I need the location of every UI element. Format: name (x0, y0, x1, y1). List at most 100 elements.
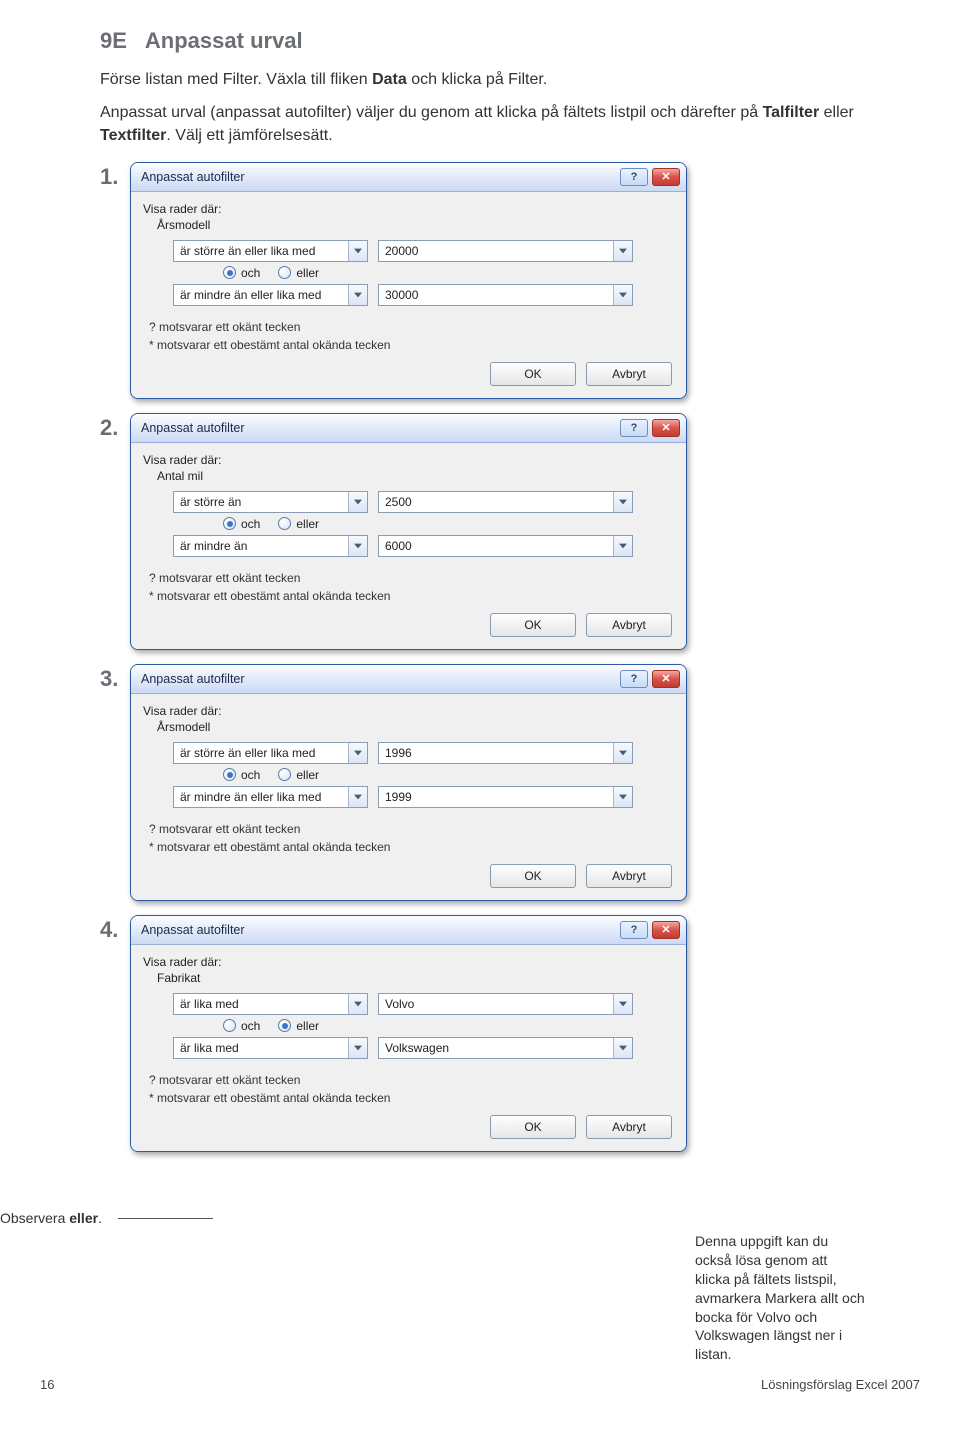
criteria-row-1: är större än 2500 (173, 491, 674, 513)
operator-2-combo[interactable]: är lika med (173, 1037, 368, 1059)
value-2-combo[interactable]: 30000 (378, 284, 633, 306)
chevron-down-icon[interactable] (348, 743, 367, 763)
chevron-down-icon[interactable] (348, 994, 367, 1014)
operator-1-value: är större än eller lika med (174, 244, 348, 258)
item-number: 1. (100, 164, 130, 190)
value-1-combo[interactable]: 1996 (378, 742, 633, 764)
ok-button[interactable]: OK (490, 613, 576, 637)
chevron-down-icon[interactable] (348, 1038, 367, 1058)
show-rows-label: Visa rader där: (143, 453, 674, 467)
cancel-button[interactable]: Avbryt (586, 362, 672, 386)
logic-radio-group: och eller (223, 768, 674, 782)
close-button[interactable]: ✕ (652, 921, 680, 939)
radio-och[interactable]: och (223, 517, 260, 531)
chevron-down-icon[interactable] (613, 536, 632, 556)
hint-question-mark: ? motsvarar ett okänt tecken (149, 1071, 674, 1089)
radio-eller-label: eller (296, 768, 319, 782)
criteria-row-1: är större än eller lika med 1996 (173, 742, 674, 764)
value-2: 30000 (379, 288, 613, 302)
logic-radio-group: och eller (223, 1019, 674, 1033)
show-rows-label: Visa rader där: (143, 955, 674, 969)
field-name-label: Årsmodell (157, 218, 674, 232)
help-button[interactable]: ? (620, 419, 648, 437)
radio-icon (223, 768, 236, 781)
ok-button[interactable]: OK (490, 864, 576, 888)
close-button[interactable]: ✕ (652, 168, 680, 186)
help-icon: ? (631, 171, 638, 183)
operator-1-combo[interactable]: är större än eller lika med (173, 240, 368, 262)
chevron-down-icon[interactable] (613, 743, 632, 763)
show-rows-label: Visa rader där: (143, 704, 674, 718)
value-2-combo[interactable]: Volkswagen (378, 1037, 633, 1059)
chevron-down-icon[interactable] (348, 536, 367, 556)
criteria-row-2: är mindre än eller lika med 1999 (173, 786, 674, 808)
operator-2-value: är mindre än (174, 539, 348, 553)
hint-question-mark: ? motsvarar ett okänt tecken (149, 820, 674, 838)
cancel-button[interactable]: Avbryt (586, 613, 672, 637)
value-2-combo[interactable]: 1999 (378, 786, 633, 808)
hint-asterisk: * motsvarar ett obestämt antal okända te… (149, 587, 674, 605)
operator-2-combo[interactable]: är mindre än eller lika med (173, 786, 368, 808)
dialog-titlebar[interactable]: Anpassat autofilter ? ✕ (131, 163, 686, 192)
radio-icon (278, 517, 291, 530)
close-icon: ✕ (661, 923, 670, 936)
chevron-down-icon[interactable] (348, 787, 367, 807)
value-1-combo[interactable]: 2500 (378, 491, 633, 513)
close-icon: ✕ (661, 170, 670, 183)
dialog-titlebar[interactable]: Anpassat autofilter ? ✕ (131, 665, 686, 694)
radio-eller[interactable]: eller (278, 266, 319, 280)
chevron-down-icon[interactable] (613, 492, 632, 512)
operator-1-combo[interactable]: är större än eller lika med (173, 742, 368, 764)
radio-eller[interactable]: eller (278, 1019, 319, 1033)
chevron-down-icon[interactable] (613, 994, 632, 1014)
help-button[interactable]: ? (620, 670, 648, 688)
criteria-row-2: är mindre än eller lika med 30000 (173, 284, 674, 306)
chevron-down-icon[interactable] (348, 241, 367, 261)
wildcard-hints: ? motsvarar ett okänt tecken * motsvarar… (149, 569, 674, 605)
radio-eller[interactable]: eller (278, 517, 319, 531)
close-button[interactable]: ✕ (652, 670, 680, 688)
help-icon: ? (631, 422, 638, 434)
cancel-button[interactable]: Avbryt (586, 1115, 672, 1139)
dialog-body: Visa rader där: Årsmodell är större än e… (131, 192, 686, 398)
help-icon: ? (631, 673, 638, 685)
value-1-combo[interactable]: 20000 (378, 240, 633, 262)
footer-source: Lösningsförslag Excel 2007 (761, 1377, 920, 1392)
chevron-down-icon[interactable] (348, 492, 367, 512)
help-button[interactable]: ? (620, 921, 648, 939)
cancel-button[interactable]: Avbryt (586, 864, 672, 888)
chevron-down-icon[interactable] (613, 241, 632, 261)
ok-button[interactable]: OK (490, 1115, 576, 1139)
dialog-buttons: OK Avbryt (143, 362, 672, 386)
operator-1-value: är större än (174, 495, 348, 509)
help-button[interactable]: ? (620, 168, 648, 186)
value-1-combo[interactable]: Volvo (378, 993, 633, 1015)
numbered-item: 3. Anpassat autofilter ? ✕ Visa rader dä… (100, 664, 880, 901)
value-1: 2500 (379, 495, 613, 509)
chevron-down-icon[interactable] (613, 787, 632, 807)
chevron-down-icon[interactable] (613, 1038, 632, 1058)
radio-och[interactable]: och (223, 266, 260, 280)
close-button[interactable]: ✕ (652, 419, 680, 437)
dialog-titlebar[interactable]: Anpassat autofilter ? ✕ (131, 414, 686, 443)
radio-och[interactable]: och (223, 768, 260, 782)
numbered-item: 2. Anpassat autofilter ? ✕ Visa rader dä… (100, 413, 880, 650)
close-icon: ✕ (661, 421, 670, 434)
operator-2-value: är lika med (174, 1041, 348, 1055)
note-observe-eller: Observera eller. (0, 1210, 118, 1226)
dialog-titlebar[interactable]: Anpassat autofilter ? ✕ (131, 916, 686, 945)
ok-button[interactable]: OK (490, 362, 576, 386)
radio-och-label: och (241, 517, 260, 531)
value-2-combo[interactable]: 6000 (378, 535, 633, 557)
chevron-down-icon[interactable] (348, 285, 367, 305)
operator-1-combo[interactable]: är lika med (173, 993, 368, 1015)
operator-1-combo[interactable]: är större än (173, 491, 368, 513)
dialog-body: Visa rader där: Fabrikat är lika med Vol… (131, 945, 686, 1151)
chevron-down-icon[interactable] (613, 285, 632, 305)
operator-2-combo[interactable]: är mindre än eller lika med (173, 284, 368, 306)
radio-och[interactable]: och (223, 1019, 260, 1033)
operator-1-value: är lika med (174, 997, 348, 1011)
operator-2-combo[interactable]: är mindre än (173, 535, 368, 557)
item-number: 4. (100, 917, 130, 943)
radio-eller[interactable]: eller (278, 768, 319, 782)
